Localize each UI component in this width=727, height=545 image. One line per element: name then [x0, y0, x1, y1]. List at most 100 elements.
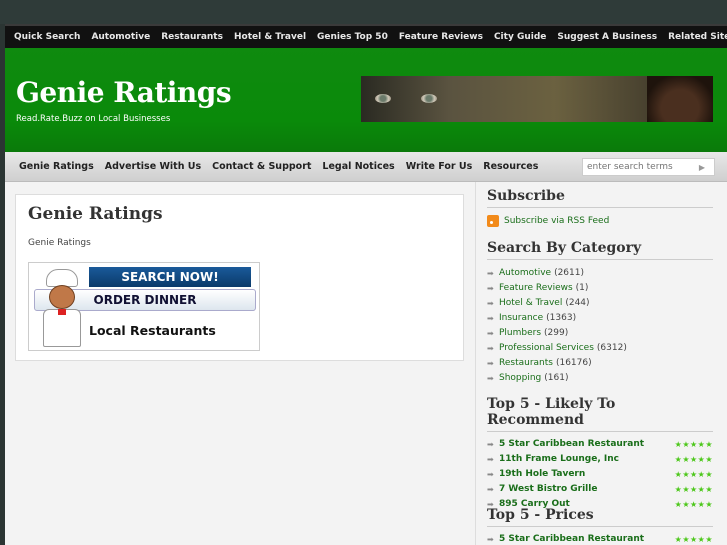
category-count: (16176): [555, 358, 592, 368]
business-name: 5 Star Caribbean Restaurant: [499, 439, 645, 449]
business-name: 19th Hole Tavern: [499, 469, 586, 479]
search-arrow-icon[interactable]: ▶: [695, 163, 709, 172]
search-box: ▶: [582, 158, 715, 176]
category-widget: Search By Category ➡ Automotive (2611) ➡ Fe…: [487, 240, 713, 386]
arrow-icon: ➡: [487, 359, 494, 368]
category-count: (1): [575, 283, 589, 293]
category-label: Hotel & Travel: [499, 298, 563, 308]
arrow-icon: ➡: [487, 329, 494, 338]
list-item[interactable]: ➡ Restaurants (16176): [487, 356, 713, 371]
category-label: Automotive: [499, 268, 552, 278]
main-area: Genie Ratings Genie Ratings SEARCH NOW! …: [5, 182, 727, 545]
arrow-icon: ➡: [487, 470, 494, 479]
arrow-icon: ➡: [487, 455, 494, 464]
topnav-suggest-business[interactable]: Suggest A Business: [557, 32, 657, 42]
content-panel: Genie Ratings Genie Ratings SEARCH NOW! …: [15, 194, 464, 361]
list-item[interactable]: ➡ Plumbers (299): [487, 326, 713, 341]
list-item[interactable]: ➡ 7 West Bistro Grille ★★★★★: [487, 482, 713, 497]
site-tagline: Read.Rate.Buzz on Local Businesses: [16, 114, 171, 124]
banner-face: [647, 76, 713, 122]
rss-icon: [487, 215, 499, 227]
business-name: 5 Star Caribbean Restaurant: [499, 534, 645, 544]
category-count: (299): [544, 328, 569, 338]
business-name: 11th Frame Lounge, Inc: [499, 454, 619, 464]
category-list: ➡ Automotive (2611) ➡ Feature Reviews (1) ➡ H…: [487, 266, 713, 386]
topnav-genies-top-50[interactable]: Genies Top 50: [317, 32, 388, 42]
category-label: Shopping: [499, 373, 542, 383]
category-count: (6312): [596, 343, 627, 353]
subnav-legal-notices[interactable]: Legal Notices: [322, 161, 394, 172]
topnav-related-sites[interactable]: Related Sites: [668, 32, 727, 42]
subnav-write-for-us[interactable]: Write For Us: [406, 161, 473, 172]
arrow-icon: ➡: [487, 284, 494, 293]
category-count: (1363): [546, 313, 577, 323]
star-rating: ★★★★★: [674, 455, 713, 464]
chef-neckerchief: [58, 309, 66, 315]
rss-link[interactable]: Subscribe via RSS Feed: [487, 215, 713, 227]
list-item[interactable]: ➡ 19th Hole Tavern ★★★★★: [487, 467, 713, 482]
list-item[interactable]: ➡ Shopping (161): [487, 371, 713, 386]
subnav-contact-support[interactable]: Contact & Support: [212, 161, 311, 172]
search-input[interactable]: [583, 162, 695, 172]
sidebar: Subscribe Subscribe via RSS Feed Search …: [475, 182, 727, 545]
star-rating: ★★★★★: [674, 485, 713, 494]
arrow-icon: ➡: [487, 314, 494, 323]
category-label: Professional Services: [499, 343, 594, 353]
star-rating: ★★★★★: [674, 535, 713, 544]
topnav-city-guide[interactable]: City Guide: [494, 32, 546, 42]
topnav-feature-reviews[interactable]: Feature Reviews: [399, 32, 483, 42]
restaurant-ad-banner[interactable]: SEARCH NOW! ORDER DINNER Local Restauran…: [28, 262, 260, 351]
subnav-advertise[interactable]: Advertise With Us: [105, 161, 201, 172]
list-item[interactable]: ➡ 5 Star Caribbean Restaurant ★★★★★: [487, 437, 713, 452]
star-rating: ★★★★★: [674, 440, 713, 449]
category-heading: Search By Category: [487, 240, 713, 260]
topnav-restaurants[interactable]: Restaurants: [161, 32, 223, 42]
category-label: Restaurants: [499, 358, 553, 368]
arrow-icon: ➡: [487, 440, 494, 449]
subnav-resources[interactable]: Resources: [483, 161, 538, 172]
list-item[interactable]: ➡ 11th Frame Lounge, Inc ★★★★★: [487, 452, 713, 467]
subnav-genie-ratings[interactable]: Genie Ratings: [19, 161, 94, 172]
likely-recommend-widget: Top 5 - Likely To Recommend ➡ 5 Star Cari…: [487, 396, 713, 512]
list-item[interactable]: ➡ Insurance (1363): [487, 311, 713, 326]
arrow-icon: ➡: [487, 485, 494, 494]
prices-heading: Top 5 - Prices: [487, 507, 713, 527]
list-item[interactable]: ➡ Automotive (2611): [487, 266, 713, 281]
arrow-icon: ➡: [487, 535, 494, 544]
likely-recommend-list: ➡ 5 Star Caribbean Restaurant ★★★★★ ➡ 11th …: [487, 437, 713, 512]
list-item[interactable]: ➡ Feature Reviews (1): [487, 281, 713, 296]
subscribe-heading: Subscribe: [487, 188, 713, 208]
breadcrumb: Genie Ratings: [28, 238, 91, 248]
category-count: (2611): [554, 268, 584, 278]
star-rating: ★★★★★: [674, 470, 713, 479]
topnav-hotel-travel[interactable]: Hotel & Travel: [234, 32, 306, 42]
chef-icon: [41, 269, 83, 349]
page-wrapper: Quick Search Automotive Restaurants Hote…: [5, 24, 727, 545]
category-count: (161): [544, 373, 569, 383]
business-name: 7 West Bistro Grille: [499, 484, 598, 494]
likely-recommend-heading: Top 5 - Likely To Recommend: [487, 396, 713, 432]
arrow-icon: ➡: [487, 299, 494, 308]
ad-search-now: SEARCH NOW!: [89, 267, 251, 287]
chef-head: [49, 285, 75, 309]
category-label: Plumbers: [499, 328, 542, 338]
banner-eye-right: [421, 94, 437, 103]
list-item[interactable]: ➡ Hotel & Travel (244): [487, 296, 713, 311]
secondary-navigation: Genie Ratings Advertise With Us Contact …: [5, 152, 727, 182]
banner-eye-left: [375, 94, 391, 103]
subscribe-widget: Subscribe Subscribe via RSS Feed: [487, 188, 713, 227]
arrow-icon: ➡: [487, 344, 494, 353]
topnav-quick-search[interactable]: Quick Search: [14, 32, 80, 42]
top-navigation: Quick Search Automotive Restaurants Hote…: [5, 24, 727, 48]
prices-widget: Top 5 - Prices ➡ 5 Star Caribbean Restaur…: [487, 507, 713, 545]
browser-top-strip: [0, 0, 727, 24]
category-count: (244): [565, 298, 590, 308]
prices-list: ➡ 5 Star Caribbean Restaurant ★★★★★: [487, 532, 713, 545]
list-item[interactable]: ➡ Professional Services (6312): [487, 341, 713, 356]
list-item[interactable]: ➡ 5 Star Caribbean Restaurant ★★★★★: [487, 532, 713, 545]
site-header: Genie Ratings Read.Rate.Buzz on Local Bu…: [5, 48, 727, 152]
page-title: Genie Ratings: [28, 204, 163, 224]
site-title[interactable]: Genie Ratings: [16, 76, 232, 109]
arrow-icon: ➡: [487, 374, 494, 383]
topnav-automotive[interactable]: Automotive: [91, 32, 150, 42]
